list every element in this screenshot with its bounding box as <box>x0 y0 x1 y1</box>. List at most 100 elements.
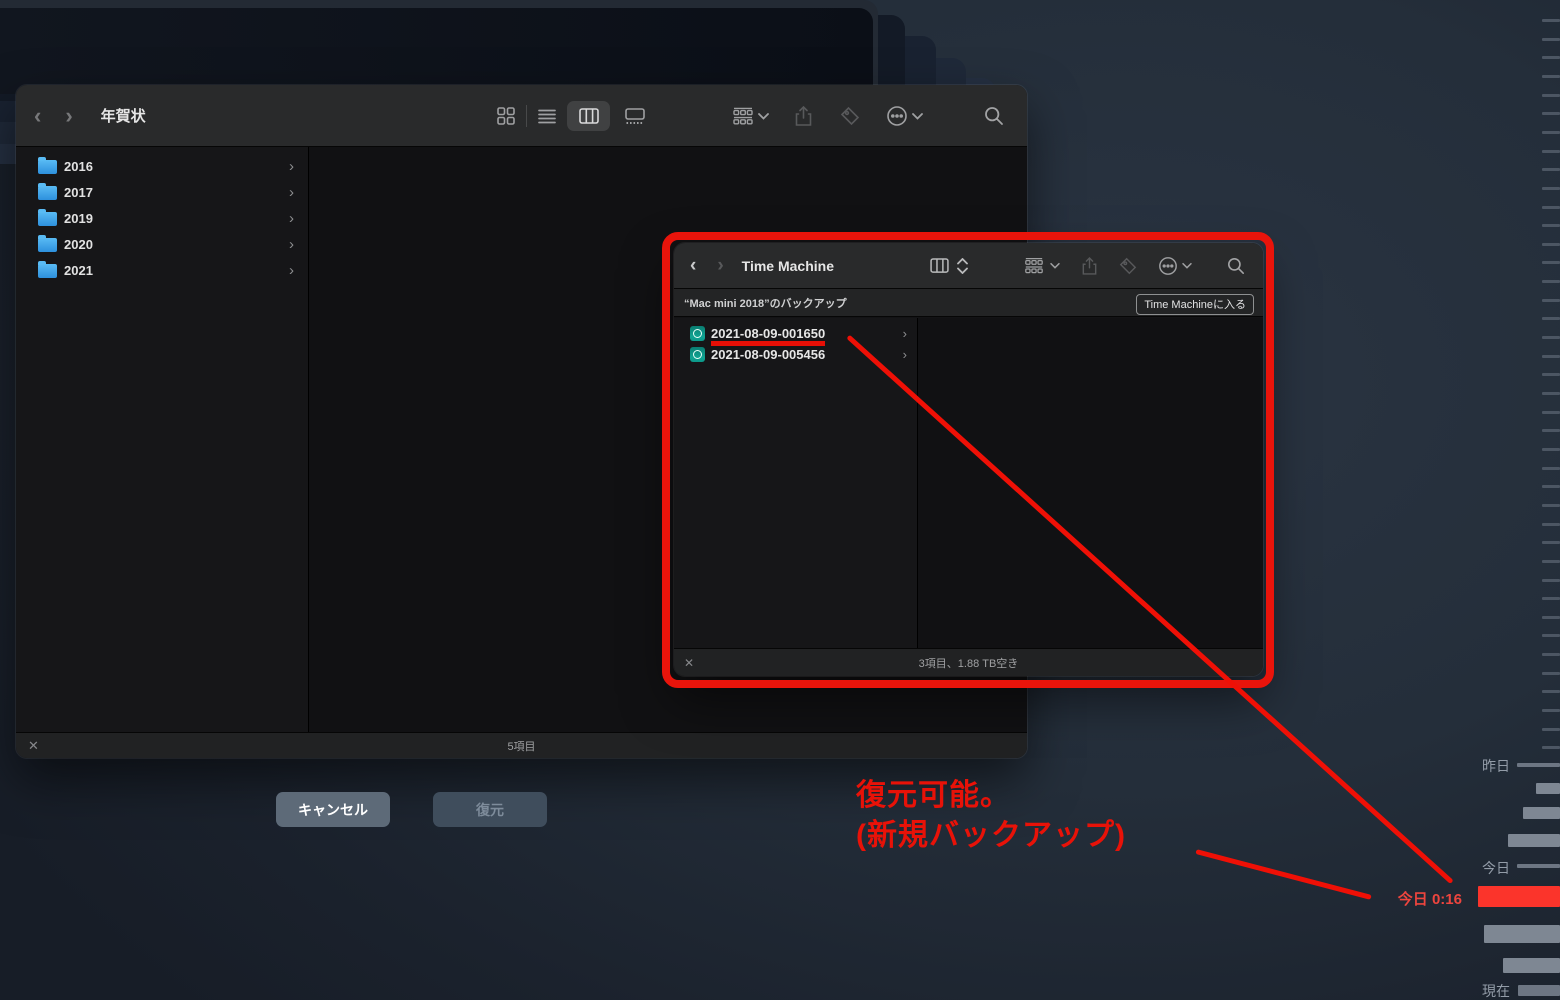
chevron-right-icon: › <box>902 326 907 341</box>
tag-icon[interactable] <box>1119 257 1137 275</box>
item-count: 5項目 <box>507 740 536 753</box>
folder-icon <box>38 183 57 200</box>
timeline-bar[interactable] <box>1517 864 1560 868</box>
chevron-down-icon <box>1050 262 1060 269</box>
stacked-window-layer <box>0 8 873 94</box>
chevron-right-icon: › <box>902 347 907 362</box>
timeline-tick <box>1542 653 1560 657</box>
annotation-line1: 復元可能。 <box>856 779 1011 812</box>
back-button[interactable]: ‹ <box>34 104 41 127</box>
timeline-tick <box>1542 242 1560 246</box>
timeline-tick <box>1542 74 1560 78</box>
timeline-tick <box>1542 522 1560 526</box>
timeline-tick <box>1542 186 1560 190</box>
timeline-label: 昨日 <box>1482 758 1510 774</box>
folder-row[interactable]: 2017 › <box>16 179 308 205</box>
folder-row[interactable]: 2020 › <box>16 231 308 257</box>
timeline-tick <box>1542 112 1560 116</box>
sort-updown-icon[interactable] <box>957 257 968 274</box>
annotation-line <box>1195 849 1372 900</box>
timeline-tick <box>1542 317 1560 321</box>
timeline-tick <box>1542 373 1560 377</box>
window-title: 年賀状 <box>100 108 146 125</box>
timeline-bar[interactable] <box>1508 834 1560 847</box>
column-view-icon[interactable] <box>567 100 610 131</box>
folder-row[interactable]: 2019 › <box>16 205 308 231</box>
share-icon[interactable] <box>1082 256 1097 275</box>
timeline-tick <box>1542 354 1560 358</box>
column-view-icon[interactable] <box>930 258 949 273</box>
chevron-right-icon: › <box>289 183 294 201</box>
group-by-icon[interactable] <box>732 107 754 125</box>
tm-content: 2021-08-09-001650 › 2021-08-09-005456 › <box>674 318 1263 649</box>
folder-icon <box>38 261 57 278</box>
timeline-bar[interactable] <box>1503 958 1560 973</box>
timeline-tick <box>1542 503 1560 507</box>
enter-time-machine-button[interactable]: Time Machineに入る <box>1136 294 1254 315</box>
list-view-icon[interactable] <box>538 108 556 124</box>
time-machine-disk-icon <box>690 326 705 341</box>
forward-button[interactable]: › <box>717 256 723 275</box>
timeline-tick <box>1542 392 1560 395</box>
folder-icon <box>38 235 57 252</box>
annotation-text: 復元可能。 (新規バックアップ) <box>856 776 1126 856</box>
folder-name: 2020 <box>64 236 93 252</box>
timeline-tick <box>1542 130 1560 134</box>
group-by-icon[interactable] <box>1024 257 1044 274</box>
back-button[interactable]: ‹ <box>690 256 696 275</box>
cancel-button[interactable]: キャンセル <box>276 792 390 827</box>
timeline-tick <box>1542 56 1560 60</box>
timeline-bar[interactable] <box>1478 886 1560 907</box>
folder-name: 2017 <box>64 184 93 200</box>
search-icon[interactable] <box>1227 257 1245 275</box>
tag-icon[interactable] <box>840 106 860 126</box>
timeline-tick <box>1542 709 1560 713</box>
tm-toolbar: ‹ › Time Machine <box>674 243 1263 289</box>
timeline-tick <box>1542 746 1560 750</box>
column-divider[interactable] <box>308 147 309 733</box>
timeline-tick <box>1542 559 1560 563</box>
share-icon[interactable] <box>795 105 812 126</box>
timeline-bar[interactable] <box>1523 807 1560 819</box>
timeline-tick <box>1542 615 1560 619</box>
forward-button[interactable]: › <box>65 104 72 127</box>
chevron-right-icon: › <box>289 209 294 227</box>
more-icon[interactable] <box>1158 256 1178 276</box>
gallery-view-icon[interactable] <box>625 107 645 124</box>
more-icon[interactable] <box>886 105 908 127</box>
timeline-tick <box>1542 447 1560 451</box>
timeline-bar[interactable] <box>1484 925 1560 943</box>
search-icon[interactable] <box>984 106 1004 126</box>
restore-button[interactable]: 復元 <box>433 792 547 827</box>
timeline-selected-label: 今日 0:16 <box>1397 891 1462 908</box>
folder-row[interactable]: 2016 › <box>16 153 308 179</box>
timeline-tick <box>1542 261 1560 265</box>
folder-icon <box>38 209 57 226</box>
timeline-tick <box>1542 224 1560 228</box>
chevron-down-icon <box>1182 262 1192 269</box>
timeline-tick <box>1542 410 1560 414</box>
timeline-bar[interactable] <box>1536 783 1560 794</box>
tm-statusbar: ✕ 3項目、1.88 TB空き <box>674 648 1263 676</box>
window-title: Time Machine <box>741 257 834 274</box>
folder-name: 2019 <box>64 210 93 226</box>
time-machine-disk-icon <box>690 347 705 362</box>
toolbar-divider <box>526 104 527 127</box>
column-divider[interactable] <box>917 318 918 649</box>
finder-statusbar: ✕ 5項目 <box>16 732 1027 758</box>
grid-view-icon[interactable] <box>497 106 515 125</box>
timeline-bar[interactable] <box>1518 985 1560 996</box>
time-machine-window: ‹ › Time Machine “Mac mini 2018”のバックアップ … <box>673 242 1264 677</box>
timeline-tick <box>1542 466 1560 470</box>
folder-row[interactable]: 2021 › <box>16 257 308 283</box>
timeline-tick <box>1542 727 1560 731</box>
timeline-tick <box>1542 168 1560 172</box>
timeline-bar[interactable] <box>1517 763 1560 767</box>
timeline-tick <box>1542 429 1560 433</box>
backup-source-label: “Mac mini 2018”のバックアップ <box>684 297 847 310</box>
timeline-tick <box>1542 671 1560 675</box>
timeline-tick <box>1542 298 1560 302</box>
folder-name: 2021 <box>64 262 93 278</box>
time-machine-desktop: 昨日 今日 現在 今日 0:16 ‹ › 年賀状 2016 › 2017 › 2… <box>0 0 1560 1000</box>
backup-row[interactable]: 2021-08-09-001650 › <box>674 323 917 344</box>
